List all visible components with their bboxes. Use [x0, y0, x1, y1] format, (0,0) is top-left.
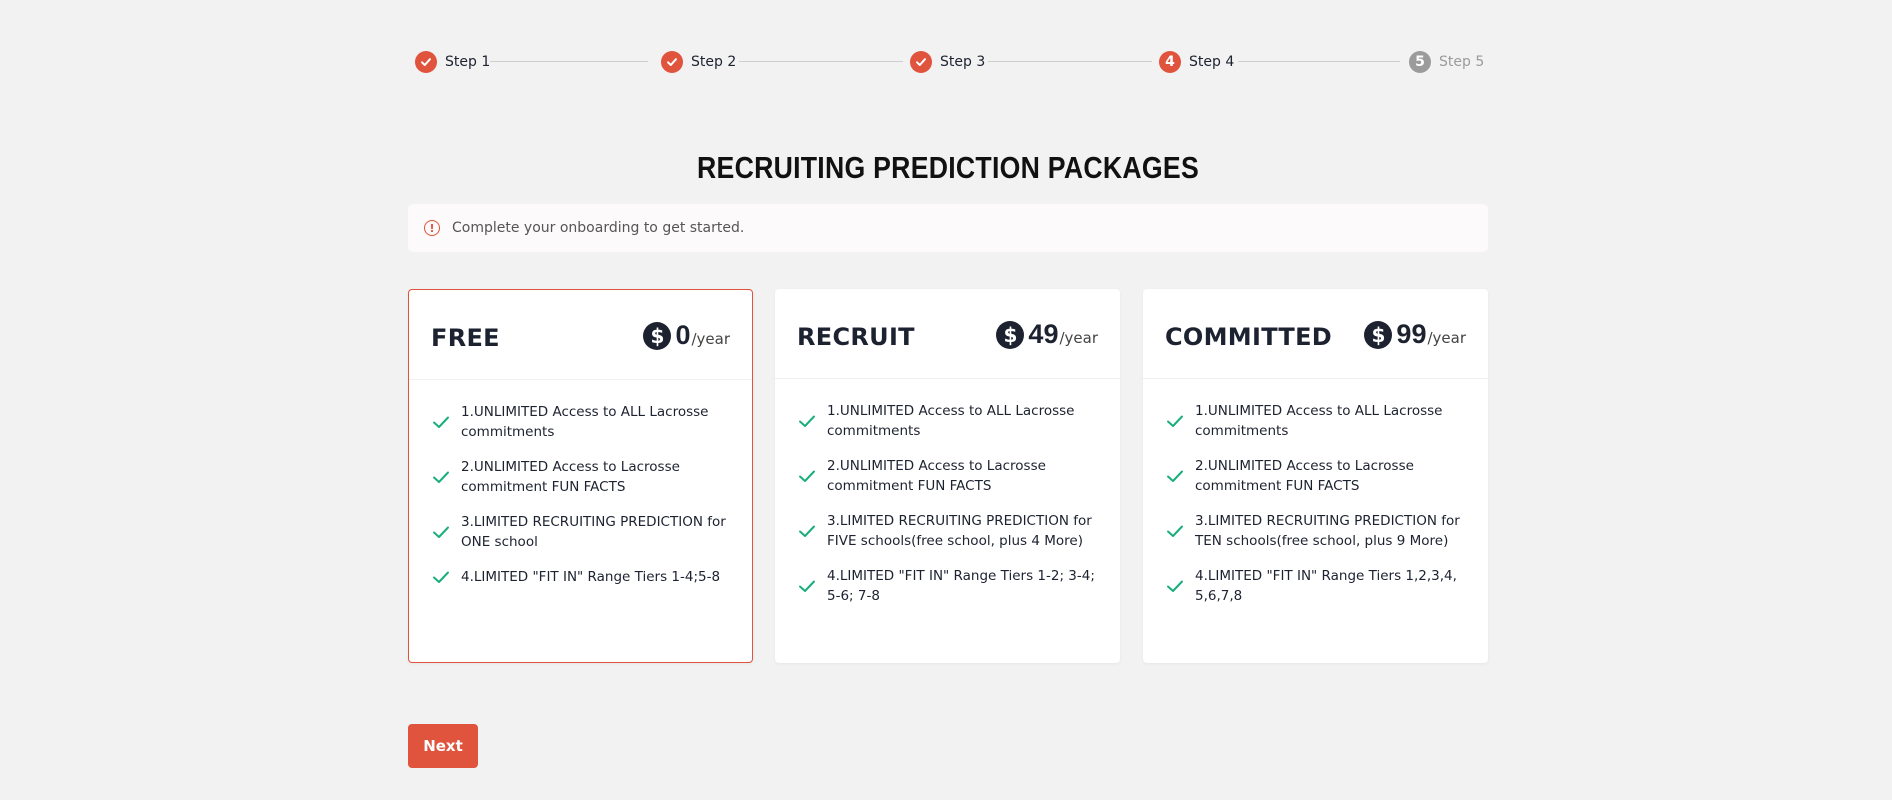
feature-item: 3.LIMITED RECRUITING PREDICTION for ONE … — [431, 512, 730, 552]
feature-text: 1.UNLIMITED Access to ALL Lacrosse commi… — [827, 403, 1075, 439]
price-amount: 0 — [675, 320, 691, 350]
check-icon — [433, 471, 449, 483]
check-icon — [799, 470, 815, 482]
step-3[interactable]: Step 3 — [910, 50, 985, 74]
package-card-recruit[interactable]: RECRUIT $ 49 /year 1.UNLIMITED Access to… — [775, 289, 1120, 663]
step-4[interactable]: 4 Step 4 — [1159, 50, 1234, 74]
price-period: /year — [1427, 329, 1466, 347]
check-icon — [799, 525, 815, 537]
feature-item: 3.LIMITED RECRUITING PREDICTION for FIVE… — [797, 511, 1098, 551]
check-icon — [433, 571, 449, 583]
package-name: COMMITTED — [1165, 323, 1333, 351]
step-label: Step 4 — [1189, 54, 1235, 70]
feature-item: 2.UNLIMITED Access to Lacrosse commitmen… — [1165, 456, 1466, 496]
feature-text: 1.UNLIMITED Access to ALL Lacrosse commi… — [461, 404, 709, 440]
feature-text: 4.LIMITED "FIT IN" Range Tiers 1,2,3,4, … — [1195, 568, 1457, 604]
feature-text: 4.LIMITED "FIT IN" Range Tiers 1-2; 3-4;… — [827, 568, 1095, 604]
check-icon — [661, 51, 683, 73]
feature-text: 3.LIMITED RECRUITING PREDICTION for TEN … — [1195, 513, 1460, 549]
step-connector — [988, 61, 1152, 62]
step-connector — [739, 61, 903, 62]
price-amount: 99 — [1396, 319, 1427, 349]
step-label: Step 1 — [445, 54, 491, 70]
feature-item: 2.UNLIMITED Access to Lacrosse commitmen… — [431, 457, 730, 497]
feature-list: 1.UNLIMITED Access to ALL Lacrosse commi… — [775, 379, 1120, 606]
feature-item: 2.UNLIMITED Access to Lacrosse commitmen… — [797, 456, 1098, 496]
check-icon — [799, 415, 815, 427]
feature-item: 4.LIMITED "FIT IN" Range Tiers 1-4;5-8 — [431, 567, 730, 587]
package-name: RECRUIT — [797, 323, 915, 351]
check-icon — [415, 51, 437, 73]
feature-item: 1.UNLIMITED Access to ALL Lacrosse commi… — [1165, 401, 1466, 441]
feature-text: 4.LIMITED "FIT IN" Range Tiers 1-4;5-8 — [461, 569, 721, 585]
feature-text: 3.LIMITED RECRUITING PREDICTION for ONE … — [461, 514, 726, 550]
card-header: RECRUIT $ 49 /year — [775, 289, 1120, 379]
package-price: $ 99 /year — [1364, 319, 1466, 349]
price-period: /year — [691, 330, 730, 348]
alert-circle-icon: ! — [424, 220, 440, 236]
dollar-icon: $ — [643, 322, 672, 350]
feature-text: 2.UNLIMITED Access to Lacrosse commitmen… — [461, 459, 680, 495]
feature-item: 1.UNLIMITED Access to ALL Lacrosse commi… — [797, 401, 1098, 441]
package-price: $ 0 /year — [643, 320, 730, 350]
dollar-icon: $ — [996, 321, 1025, 349]
check-icon — [1167, 415, 1183, 427]
alert-text: Complete your onboarding to get started. — [452, 220, 745, 236]
feature-text: 2.UNLIMITED Access to Lacrosse commitmen… — [827, 458, 1046, 494]
package-name: FREE — [431, 324, 500, 352]
card-header: COMMITTED $ 99 /year — [1143, 289, 1488, 379]
feature-list: 1.UNLIMITED Access to ALL Lacrosse commi… — [1143, 379, 1488, 606]
package-card-committed[interactable]: COMMITTED $ 99 /year 1.UNLIMITED Access … — [1143, 289, 1488, 663]
step-5[interactable]: 5 Step 5 — [1409, 50, 1484, 74]
check-icon — [433, 526, 449, 538]
feature-text: 1.UNLIMITED Access to ALL Lacrosse commi… — [1195, 403, 1443, 439]
check-icon — [1167, 470, 1183, 482]
check-icon — [910, 51, 932, 73]
page-title: RECRUITING PREDICTION PACKAGES — [697, 150, 1199, 185]
feature-item: 3.LIMITED RECRUITING PREDICTION for TEN … — [1165, 511, 1466, 551]
feature-list: 1.UNLIMITED Access to ALL Lacrosse commi… — [409, 380, 752, 587]
next-button[interactable]: Next — [408, 724, 478, 768]
package-card-free[interactable]: FREE $ 0 /year 1.UNLIMITED Access to ALL… — [408, 289, 753, 663]
price-amount: 49 — [1028, 319, 1059, 349]
stepper: Step 1 Step 2 Step 3 4 Step 4 5 Step 5 — [408, 50, 1488, 74]
feature-text: 2.UNLIMITED Access to Lacrosse commitmen… — [1195, 458, 1414, 494]
card-header: FREE $ 0 /year — [409, 290, 752, 380]
check-icon — [433, 416, 449, 428]
step-connector — [490, 61, 648, 62]
step-connector — [1238, 61, 1400, 62]
feature-item: 4.LIMITED "FIT IN" Range Tiers 1-2; 3-4;… — [797, 566, 1098, 606]
step-number: 4 — [1159, 51, 1181, 73]
feature-text: 3.LIMITED RECRUITING PREDICTION for FIVE… — [827, 513, 1092, 549]
feature-item: 1.UNLIMITED Access to ALL Lacrosse commi… — [431, 402, 730, 442]
check-icon — [1167, 525, 1183, 537]
step-label: Step 2 — [691, 54, 737, 70]
step-number: 5 — [1409, 51, 1431, 73]
step-label: Step 5 — [1439, 54, 1485, 70]
onboarding-alert: ! Complete your onboarding to get starte… — [408, 204, 1488, 252]
price-period: /year — [1059, 329, 1098, 347]
step-label: Step 3 — [940, 54, 986, 70]
dollar-icon: $ — [1364, 321, 1393, 349]
step-1[interactable]: Step 1 — [415, 50, 490, 74]
step-2[interactable]: Step 2 — [661, 50, 736, 74]
check-icon — [799, 580, 815, 592]
feature-item: 4.LIMITED "FIT IN" Range Tiers 1,2,3,4, … — [1165, 566, 1466, 606]
package-price: $ 49 /year — [996, 319, 1098, 349]
check-icon — [1167, 580, 1183, 592]
